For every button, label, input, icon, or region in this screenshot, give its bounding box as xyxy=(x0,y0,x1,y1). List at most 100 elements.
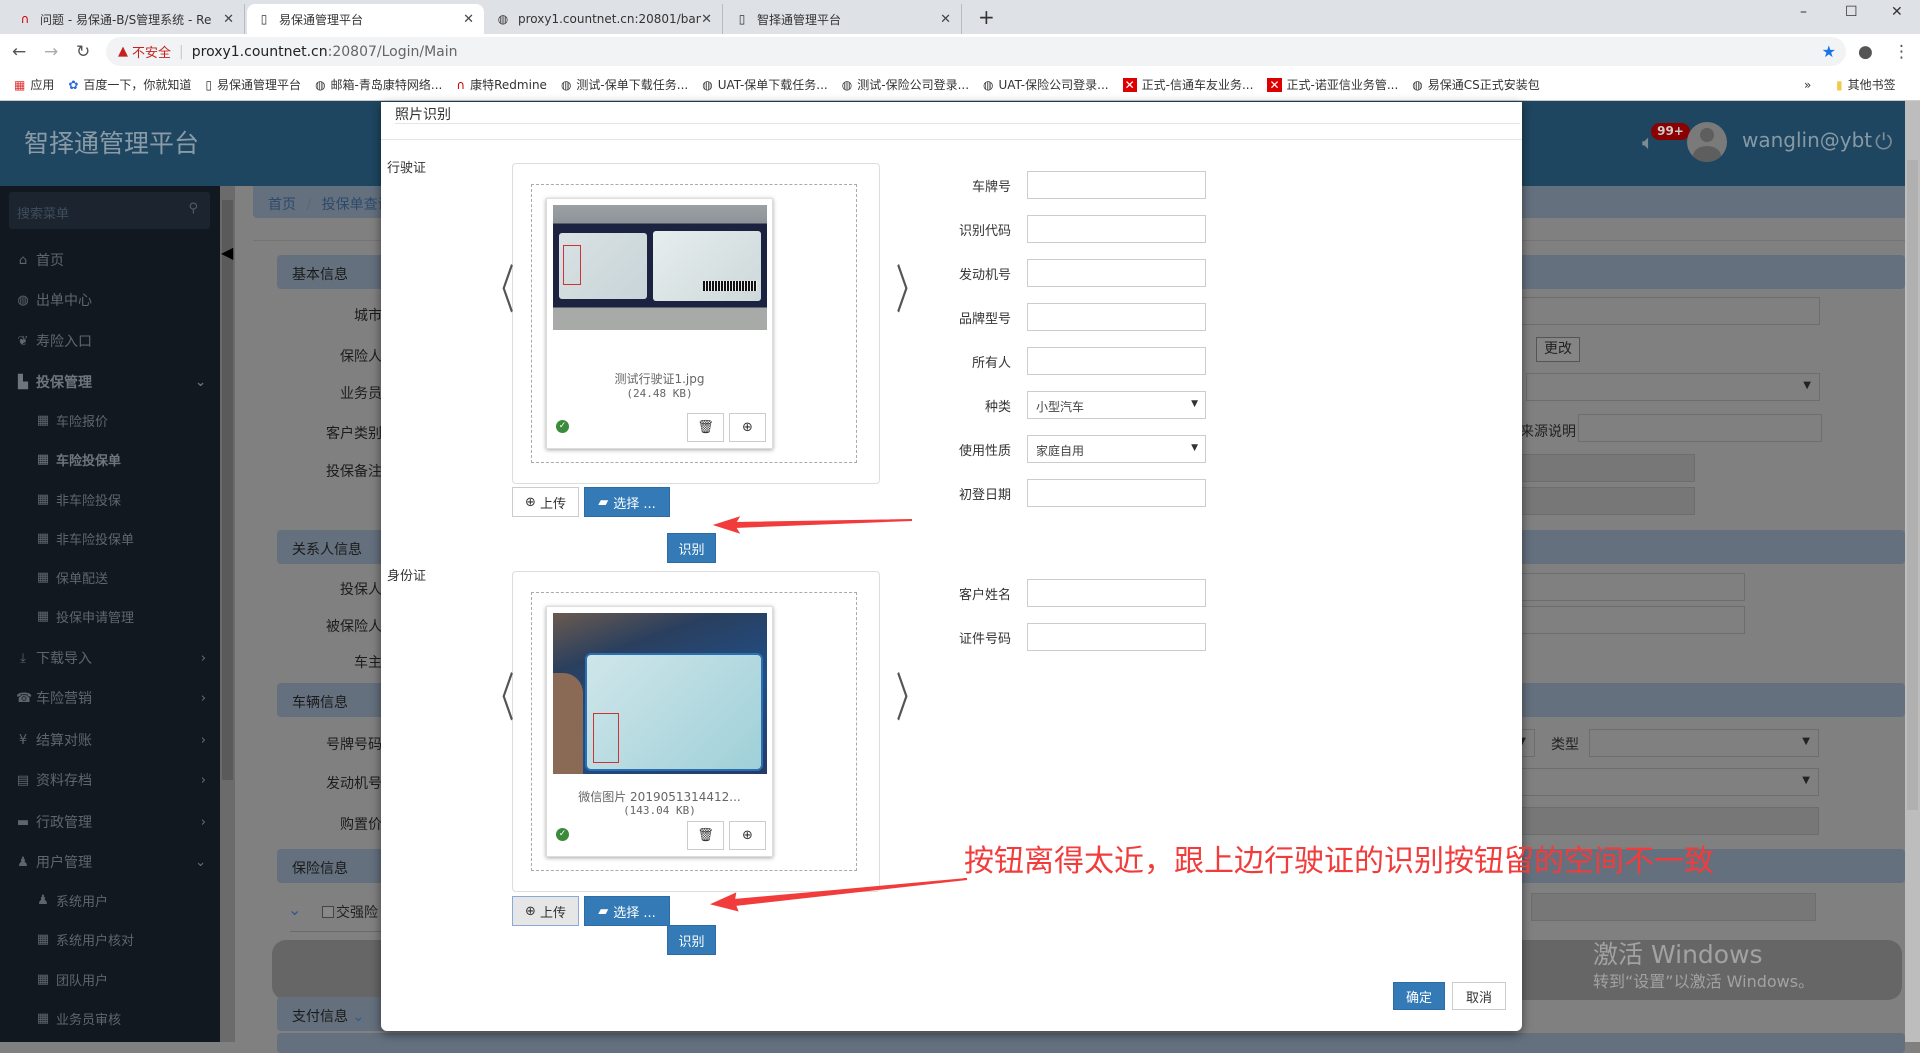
forward-icon[interactable]: → xyxy=(44,42,58,62)
bg-input[interactable] xyxy=(1531,893,1816,921)
avatar[interactable] xyxy=(1687,122,1727,162)
bookmark[interactable]: ✕ 正式-诺亚信业务管... xyxy=(1267,76,1398,93)
recognize-id-button[interactable]: 识别 xyxy=(667,925,716,955)
bookmark[interactable]: ✕ 正式-信通车友业务... xyxy=(1122,76,1253,93)
expand-icon[interactable]: ⌄ xyxy=(288,900,301,919)
id-input[interactable] xyxy=(1027,623,1206,651)
bookmark[interactable]: ◍ 邮箱-青岛康特网络... xyxy=(315,76,442,93)
close-tab-icon[interactable]: ✕ xyxy=(463,12,474,27)
close-tab-icon[interactable]: ✕ xyxy=(940,12,951,27)
sidebar-item[interactable]: ♟ 用户管理 ⌄ xyxy=(16,852,206,872)
section-payment[interactable]: 支付信息 ⌄ xyxy=(277,997,387,1031)
cancel-button[interactable]: 取消 xyxy=(1452,982,1506,1010)
sidebar-item[interactable]: ☎ 车险营销 › xyxy=(16,688,206,708)
upload-button[interactable]: ⊕ 上传 xyxy=(512,896,579,926)
vehicle-input[interactable] xyxy=(1027,347,1206,375)
choose-file-button[interactable]: ▰ 选择 ... xyxy=(584,896,670,926)
recognize-vehicle-button[interactable]: 识别 xyxy=(667,533,716,563)
menu-search-input[interactable]: 搜索菜单 ⚲ xyxy=(9,192,210,229)
sidebar-item[interactable]: ▦ 团队用户 xyxy=(36,970,206,989)
bookmark[interactable]: ◍ UAT-保单下载任务... xyxy=(702,76,828,93)
sidebar-item[interactable]: ▤ 资料存档 › xyxy=(16,770,206,790)
next-arrow-icon[interactable]: 〉 xyxy=(896,656,925,731)
tab-ybt-platform[interactable]: ▯ 易保通管理平台 ✕ xyxy=(247,4,484,34)
sidebar-scroll-thumb[interactable] xyxy=(222,200,233,780)
sidebar-item[interactable]: ❦ 寿险入口 xyxy=(16,331,206,351)
vehicle-input[interactable] xyxy=(1027,215,1206,243)
vehicle-input[interactable] xyxy=(1027,303,1206,331)
sidebar-item[interactable]: ▦ 保单配送 xyxy=(36,568,206,587)
vehicle-select[interactable]: 小型汽车 xyxy=(1027,391,1206,419)
sidebar-item[interactable]: ▦ 投保申请管理 xyxy=(36,607,206,626)
vehicle-select[interactable]: 家庭自用 xyxy=(1027,435,1206,463)
more-bookmarks-button[interactable]: » xyxy=(1804,78,1811,92)
type-select[interactable] xyxy=(1589,729,1819,757)
delete-file-button[interactable]: 🗑︎ xyxy=(687,821,724,850)
profile-icon[interactable]: ● xyxy=(1858,42,1873,62)
delete-file-button[interactable]: 🗑︎ xyxy=(687,413,724,442)
bookmark[interactable]: ∩ 康特Redmine xyxy=(456,76,547,93)
bg-input[interactable] xyxy=(1510,807,1819,835)
sidebar-item[interactable]: ▦ 车险报价 xyxy=(36,411,206,430)
bg-input[interactable] xyxy=(1510,487,1695,515)
bg-select[interactable] xyxy=(1510,768,1819,796)
choose-file-button[interactable]: ▰ 选择 ... xyxy=(584,487,670,517)
change-button[interactable]: 更改 xyxy=(1536,337,1580,362)
bg-input[interactable] xyxy=(1510,454,1695,482)
sidebar-item[interactable]: ▦ 业务员审核 xyxy=(36,1009,206,1028)
sidebar-item[interactable]: ▙ 投保管理 ⌄ xyxy=(16,372,206,392)
close-tab-icon[interactable]: ✕ xyxy=(701,12,712,27)
search-icon[interactable]: ⚲ xyxy=(188,201,198,216)
sidebar-item[interactable]: ⤓ 下载导入 › xyxy=(16,648,206,668)
bg-input[interactable] xyxy=(1520,606,1745,634)
compulsory-insurance-checkbox[interactable]: 交强险 xyxy=(322,902,378,922)
reload-icon[interactable]: ↻ xyxy=(76,42,90,62)
bookmark[interactable]: ✿ 百度一下，你就知道 xyxy=(68,76,191,93)
vehicle-input[interactable] xyxy=(1027,171,1206,199)
zoom-file-button[interactable]: ⊕ xyxy=(729,413,766,442)
upload-button[interactable]: ⊕ 上传 xyxy=(512,487,579,517)
source-input[interactable] xyxy=(1578,414,1822,442)
bookmark[interactable]: ◍ UAT-保险公司登录... xyxy=(983,76,1109,93)
bookmark-apps[interactable]: ▦ 应用 xyxy=(14,76,54,93)
notification-badge[interactable]: 99+ xyxy=(1651,123,1690,140)
minimize-button[interactable]: – xyxy=(1800,4,1807,20)
url-input[interactable]: ▲ 不安全 | proxy1.countnet.cn:20807/Login/M… xyxy=(106,37,1846,66)
confirm-button[interactable]: 确定 xyxy=(1393,982,1445,1010)
vehicle-input[interactable] xyxy=(1027,479,1206,507)
maximize-button[interactable]: ☐ xyxy=(1845,4,1858,20)
sidebar-item[interactable]: ⌂ 首页 xyxy=(16,250,206,270)
bookmark[interactable]: ▯ 易保通管理平台 xyxy=(205,76,301,93)
bg-select[interactable] xyxy=(1526,373,1820,401)
zoom-file-button[interactable]: ⊕ xyxy=(729,821,766,850)
close-window-button[interactable]: ✕ xyxy=(1891,4,1903,20)
tab-zzt-platform[interactable]: ▯ 智择通管理平台 ✕ xyxy=(725,4,962,34)
tab-redmine[interactable]: ∩ 问题 - 易保通-B/S管理系统 - Re ✕ xyxy=(8,4,245,34)
bg-input[interactable] xyxy=(1510,297,1820,325)
previous-arrow-icon[interactable]: 〈 xyxy=(486,248,515,323)
collapse-sidebar-icon[interactable]: ◀ xyxy=(221,243,233,262)
new-tab-button[interactable]: + xyxy=(978,5,995,29)
star-icon[interactable]: ★ xyxy=(1822,42,1836,61)
power-icon[interactable]: ⏻ xyxy=(1875,130,1892,155)
other-bookmarks[interactable]: ▮ 其他书签 xyxy=(1836,76,1896,93)
sidebar-item[interactable]: ¥ 结算对账 › xyxy=(16,730,206,750)
sidebar-item[interactable]: ◍ 出单中心 xyxy=(16,290,206,310)
id-input[interactable] xyxy=(1027,579,1206,607)
sidebar-item[interactable]: ♟ 系统用户 xyxy=(36,891,206,910)
breadcrumb-home[interactable]: 首页 xyxy=(268,197,296,213)
bookmark[interactable]: ◍ 测试-保险公司登录... xyxy=(842,76,969,93)
back-icon[interactable]: ← xyxy=(12,42,26,62)
sidebar-item[interactable]: ▦ 非车险投保单 xyxy=(36,529,206,548)
sidebar-item[interactable]: ▬ 行政管理 › xyxy=(16,812,206,832)
close-tab-icon[interactable]: ✕ xyxy=(223,12,234,27)
page-scroll-thumb[interactable] xyxy=(1907,160,1918,810)
vehicle-input[interactable] xyxy=(1027,259,1206,287)
bg-input[interactable] xyxy=(1520,573,1745,601)
username[interactable]: wanglin@ybt xyxy=(1742,128,1872,152)
bookmark[interactable]: ◍ 易保通CS正式安装包 xyxy=(1412,76,1539,93)
menu-icon[interactable]: ⋮ xyxy=(1893,42,1910,62)
previous-arrow-icon[interactable]: 〈 xyxy=(486,656,515,731)
tab-proxy[interactable]: ◍ proxy1.countnet.cn:20801/ban ✕ xyxy=(486,4,723,34)
sidebar-item[interactable]: ▦ 车险投保单 xyxy=(36,450,206,469)
